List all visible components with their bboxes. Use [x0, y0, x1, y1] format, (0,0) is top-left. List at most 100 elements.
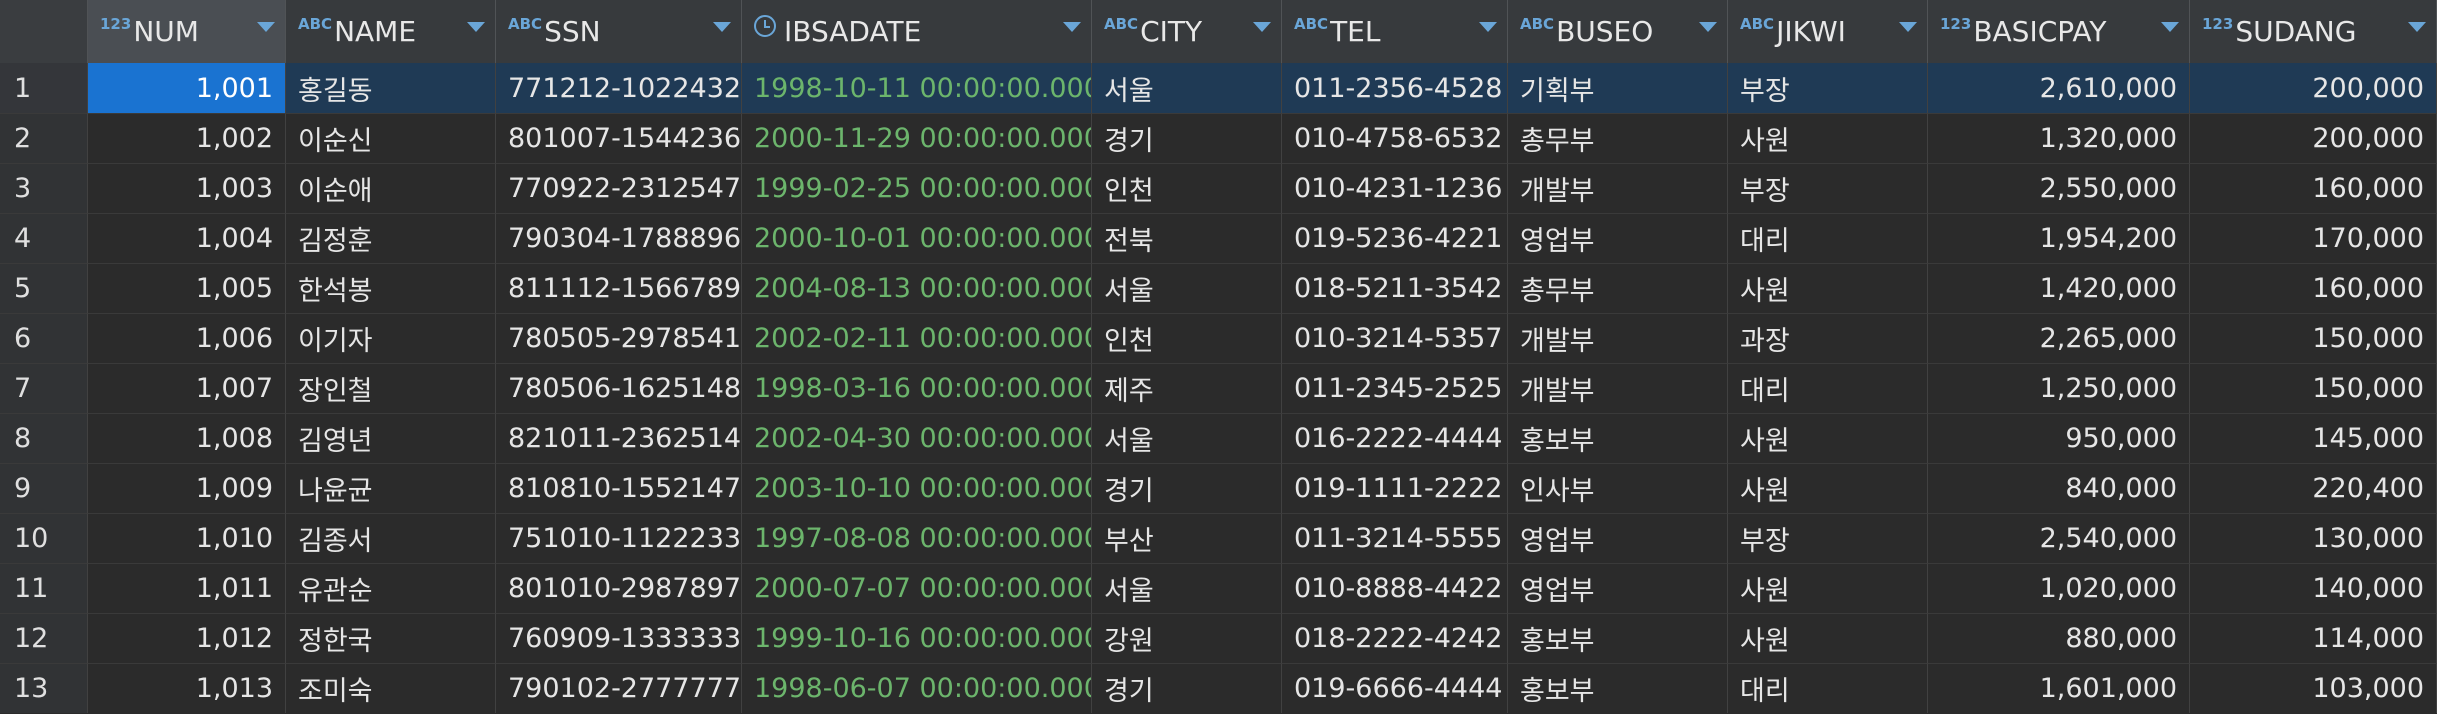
cell-tel[interactable]: 018-2222-4242: [1282, 613, 1508, 663]
column-header-sudang[interactable]: 123 SUDANG: [2190, 0, 2437, 63]
cell-name[interactable]: 이순신: [286, 113, 496, 163]
cell-buseo[interactable]: 홍보부: [1508, 413, 1728, 463]
cell-ibsadate[interactable]: 2002-04-30 00:00:00.000: [742, 413, 1092, 463]
cell-city[interactable]: 전북: [1092, 213, 1282, 263]
cell-num[interactable]: 1,010: [88, 513, 286, 563]
table-row[interactable]: 1 1,001 홍길동 771212-1022432 1998-10-11 00:00:…: [0, 63, 2437, 113]
cell-jikwi[interactable]: 사원: [1728, 463, 1928, 513]
cell-jikwi[interactable]: 과장: [1728, 313, 1928, 363]
cell-sudang[interactable]: 200,000: [2190, 113, 2437, 163]
column-header-jikwi[interactable]: ABC JIKWI: [1728, 0, 1928, 63]
cell-ssn[interactable]: 780505-2978541: [496, 313, 742, 363]
cell-buseo[interactable]: 홍보부: [1508, 613, 1728, 663]
cell-buseo[interactable]: 기획부: [1508, 63, 1728, 113]
row-number[interactable]: 12: [0, 613, 88, 663]
table-row[interactable]: 13 1,013 조미숙 790102-2777777 1998-06-07 00:00…: [0, 663, 2437, 713]
cell-ssn[interactable]: 811112-1566789: [496, 263, 742, 313]
cell-num[interactable]: 1,006: [88, 313, 286, 363]
sort-filter-icon[interactable]: [467, 22, 485, 32]
cell-city[interactable]: 제주: [1092, 363, 1282, 413]
cell-tel[interactable]: 010-3214-5357: [1282, 313, 1508, 363]
cell-sudang[interactable]: 150,000: [2190, 313, 2437, 363]
cell-basicpay[interactable]: 2,550,000: [1928, 163, 2190, 213]
table-row[interactable]: 11 1,011 유관순 801010-2987897 2000-07-07 00:00…: [0, 563, 2437, 613]
cell-ibsadate[interactable]: 1999-02-25 00:00:00.000: [742, 163, 1092, 213]
cell-buseo[interactable]: 영업부: [1508, 513, 1728, 563]
cell-tel[interactable]: 010-4758-6532: [1282, 113, 1508, 163]
sort-filter-icon[interactable]: [713, 22, 731, 32]
cell-ibsadate[interactable]: 2000-10-01 00:00:00.000: [742, 213, 1092, 263]
row-number[interactable]: 2: [0, 113, 88, 163]
cell-ibsadate[interactable]: 1998-06-07 00:00:00.000: [742, 663, 1092, 713]
cell-buseo[interactable]: 개발부: [1508, 363, 1728, 413]
cell-city[interactable]: 경기: [1092, 663, 1282, 713]
row-number[interactable]: 9: [0, 463, 88, 513]
cell-buseo[interactable]: 인사부: [1508, 463, 1728, 513]
cell-tel[interactable]: 010-4231-1236: [1282, 163, 1508, 213]
cell-ibsadate[interactable]: 1999-10-16 00:00:00.000: [742, 613, 1092, 663]
sort-filter-icon[interactable]: [1479, 22, 1497, 32]
cell-sudang[interactable]: 130,000: [2190, 513, 2437, 563]
cell-num[interactable]: 1,009: [88, 463, 286, 513]
cell-name[interactable]: 이기자: [286, 313, 496, 363]
cell-tel[interactable]: 019-1111-2222: [1282, 463, 1508, 513]
cell-basicpay[interactable]: 2,540,000: [1928, 513, 2190, 563]
cell-jikwi[interactable]: 대리: [1728, 363, 1928, 413]
column-header-basicpay[interactable]: 123 BASICPAY: [1928, 0, 2190, 63]
cell-ssn[interactable]: 770922-2312547: [496, 163, 742, 213]
cell-tel[interactable]: 016-2222-4444: [1282, 413, 1508, 463]
cell-ssn[interactable]: 771212-1022432: [496, 63, 742, 113]
cell-ssn[interactable]: 780506-1625148: [496, 363, 742, 413]
cell-buseo[interactable]: 총무부: [1508, 263, 1728, 313]
cell-jikwi[interactable]: 부장: [1728, 163, 1928, 213]
table-row[interactable]: 6 1,006 이기자 780505-2978541 2002-02-11 00:00:…: [0, 313, 2437, 363]
cell-ibsadate[interactable]: 1998-03-16 00:00:00.000: [742, 363, 1092, 413]
cell-sudang[interactable]: 170,000: [2190, 213, 2437, 263]
cell-num[interactable]: 1,011: [88, 563, 286, 613]
cell-basicpay[interactable]: 2,265,000: [1928, 313, 2190, 363]
sort-filter-icon[interactable]: [1253, 22, 1271, 32]
cell-basicpay[interactable]: 950,000: [1928, 413, 2190, 463]
row-number[interactable]: 5: [0, 263, 88, 313]
cell-ibsadate[interactable]: 2004-08-13 00:00:00.000: [742, 263, 1092, 313]
cell-sudang[interactable]: 140,000: [2190, 563, 2437, 613]
cell-buseo[interactable]: 영업부: [1508, 213, 1728, 263]
cell-name[interactable]: 유관순: [286, 563, 496, 613]
cell-city[interactable]: 서울: [1092, 63, 1282, 113]
cell-buseo[interactable]: 개발부: [1508, 313, 1728, 363]
sort-filter-icon[interactable]: [1063, 22, 1081, 32]
cell-ssn[interactable]: 790304-1788896: [496, 213, 742, 263]
cell-city[interactable]: 인천: [1092, 163, 1282, 213]
cell-num[interactable]: 1,013: [88, 663, 286, 713]
sort-filter-icon[interactable]: [1699, 22, 1717, 32]
cell-city[interactable]: 인천: [1092, 313, 1282, 363]
cell-sudang[interactable]: 160,000: [2190, 163, 2437, 213]
cell-name[interactable]: 한석봉: [286, 263, 496, 313]
cell-jikwi[interactable]: 사원: [1728, 413, 1928, 463]
cell-name[interactable]: 김정훈: [286, 213, 496, 263]
cell-buseo[interactable]: 영업부: [1508, 563, 1728, 613]
cell-name[interactable]: 김영년: [286, 413, 496, 463]
cell-sudang[interactable]: 220,400: [2190, 463, 2437, 513]
cell-jikwi[interactable]: 사원: [1728, 613, 1928, 663]
table-row[interactable]: 4 1,004 김정훈 790304-1788896 2000-10-01 00:00:…: [0, 213, 2437, 263]
cell-ssn[interactable]: 751010-1122233: [496, 513, 742, 563]
cell-basicpay[interactable]: 1,020,000: [1928, 563, 2190, 613]
cell-ibsadate[interactable]: 2000-07-07 00:00:00.000: [742, 563, 1092, 613]
cell-jikwi[interactable]: 부장: [1728, 63, 1928, 113]
table-row[interactable]: 8 1,008 김영년 821011-2362514 2002-04-30 00:00:…: [0, 413, 2437, 463]
table-row[interactable]: 12 1,012 정한국 760909-1333333 1999-10-16 00:00…: [0, 613, 2437, 663]
table-row[interactable]: 10 1,010 김종서 751010-1122233 1997-08-08 00:00…: [0, 513, 2437, 563]
cell-tel[interactable]: 019-6666-4444: [1282, 663, 1508, 713]
sort-filter-icon[interactable]: [2161, 22, 2179, 32]
cell-city[interactable]: 서울: [1092, 413, 1282, 463]
cell-city[interactable]: 경기: [1092, 463, 1282, 513]
cell-name[interactable]: 장인철: [286, 363, 496, 413]
row-number[interactable]: 4: [0, 213, 88, 263]
cell-name[interactable]: 김종서: [286, 513, 496, 563]
cell-basicpay[interactable]: 1,320,000: [1928, 113, 2190, 163]
cell-name[interactable]: 홍길동: [286, 63, 496, 113]
cell-name[interactable]: 이순애: [286, 163, 496, 213]
row-number[interactable]: 8: [0, 413, 88, 463]
cell-jikwi[interactable]: 대리: [1728, 663, 1928, 713]
